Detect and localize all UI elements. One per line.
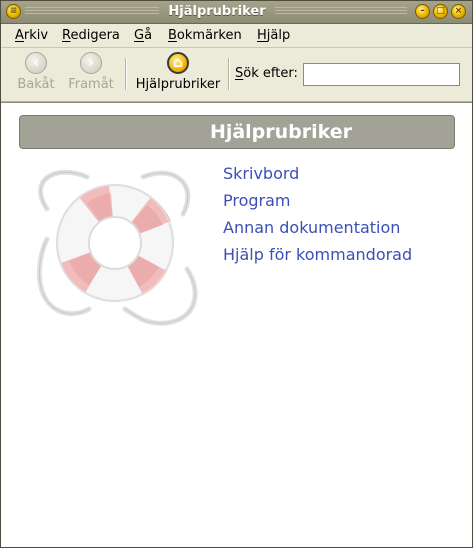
forward-button[interactable]: › Framåt — [65, 52, 117, 92]
help-window: ≡ Hjälprubriker – □ × Arkiv Redigera Gå … — [0, 0, 473, 548]
toolbar: ‹ Bakåt › Framåt ⌂ Hjälprubriker Sök eft… — [1, 48, 472, 102]
forward-label: Framåt — [68, 77, 114, 92]
help-content: Hjälprubriker Skrivbord Program Annan do… — [1, 102, 472, 547]
page-heading-text: Hjälprubriker — [209, 121, 353, 143]
link-annan-dokumentation[interactable]: Annan dokumentation — [223, 218, 412, 245]
home-button[interactable]: ⌂ Hjälprubriker — [134, 52, 222, 92]
menu-ga[interactable]: Gå — [134, 28, 152, 43]
topic-links: Skrivbord Program Annan dokumentation Hj… — [223, 164, 412, 272]
lifebuoy-icon — [36, 169, 198, 326]
back-label: Bakåt — [17, 77, 55, 92]
menu-arkiv-mnemonic: A — [15, 28, 24, 43]
menu-hjalp-mnemonic: H — [257, 28, 267, 43]
home-label: Hjälprubriker — [135, 77, 221, 92]
page-heading: Hjälprubriker — [19, 115, 455, 149]
title-grip-right — [275, 7, 407, 16]
close-icon[interactable]: × — [451, 4, 466, 19]
link-program[interactable]: Program — [223, 191, 412, 218]
title-bar[interactable]: ≡ Hjälprubriker – □ × — [1, 1, 472, 24]
home-icon: ⌂ — [167, 52, 189, 74]
menu-bokmarken-mnemonic: B — [168, 28, 177, 43]
window-title: Hjälprubriker — [168, 4, 266, 19]
maximize-icon[interactable]: □ — [433, 4, 448, 19]
title-grip-left — [25, 7, 159, 16]
link-skrivbord[interactable]: Skrivbord — [223, 164, 412, 191]
window-menu-icon[interactable]: ≡ — [6, 4, 21, 19]
back-button[interactable]: ‹ Bakåt — [15, 52, 57, 92]
forward-arrow-icon: › — [80, 52, 102, 74]
back-arrow-icon: ‹ — [25, 52, 47, 74]
toolbar-separator — [228, 58, 230, 90]
menu-bokmarken-label: okmärken — [176, 28, 242, 43]
menu-bar: Arkiv Redigera Gå Bokmärken Hjälp — [1, 24, 472, 48]
search-label: Sök efter: — [235, 66, 298, 81]
link-hjalp-kommandorad[interactable]: Hjälp för kommandorad — [223, 245, 412, 272]
menu-arkiv-label: rkiv — [23, 28, 49, 43]
menu-hjalp-label: jälp — [266, 28, 291, 43]
toolbar-separator — [125, 58, 127, 90]
menu-redigera-label: edigera — [70, 28, 120, 43]
search-label-text: ök efter: — [243, 66, 298, 81]
menu-ga-label: å — [144, 28, 153, 43]
menu-arkiv[interactable]: Arkiv — [15, 28, 48, 43]
minimize-icon[interactable]: – — [415, 4, 430, 19]
menu-bokmarken[interactable]: Bokmärken — [168, 28, 242, 43]
menu-hjalp[interactable]: Hjälp — [257, 28, 290, 43]
menu-ga-mnemonic: G — [134, 28, 145, 43]
search-input[interactable] — [303, 63, 460, 86]
menu-redigera[interactable]: Redigera — [62, 28, 120, 43]
